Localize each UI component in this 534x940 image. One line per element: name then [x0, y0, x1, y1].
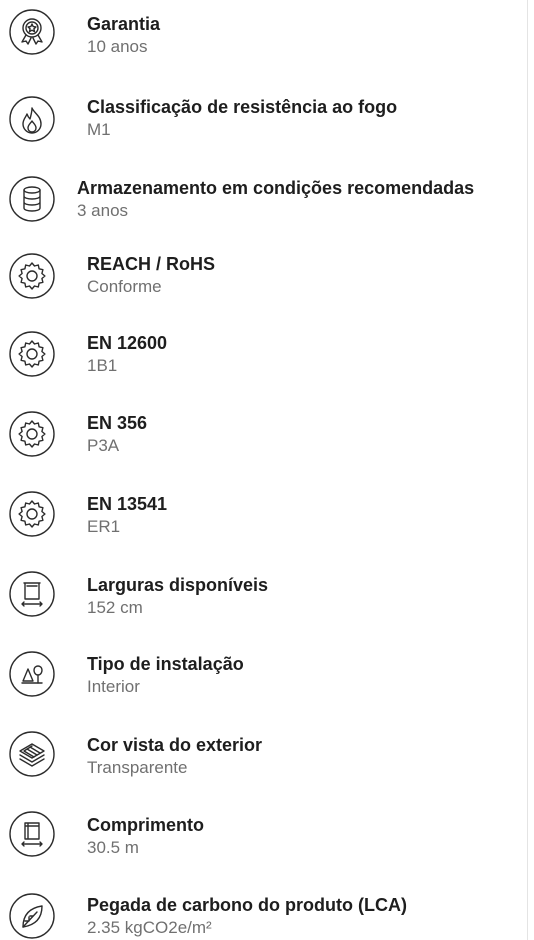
spec-value: 1B1: [87, 356, 118, 375]
spec-value: ER1: [87, 517, 121, 536]
spec-label: Armazenamento em condições recomendadas: [77, 178, 475, 198]
spec-value: M1: [87, 120, 111, 139]
spec-label: Cor vista do exterior: [87, 735, 263, 755]
flame-icon: [8, 95, 56, 143]
spec-value: Conforme: [87, 277, 162, 296]
spec-value: 10 anos: [87, 37, 148, 56]
spec-label: Pegada de carbono do produto (LCA): [87, 895, 407, 915]
storage-database-icon: [8, 175, 56, 223]
indoor-tree-icon: [8, 650, 56, 698]
spec-value: 3 anos: [77, 201, 129, 220]
layers-icon: [8, 730, 56, 778]
spec-value: 30.5 m: [87, 838, 139, 857]
spec-label: Garantia: [87, 14, 161, 34]
gear-icon: [8, 410, 56, 458]
spec-label: Larguras disponíveis: [87, 575, 269, 595]
leaf-icon: [8, 892, 56, 940]
spec-label: EN 356: [87, 413, 148, 433]
gear-icon: [8, 490, 56, 538]
spec-label: EN 12600: [87, 333, 168, 353]
warranty-badge-icon: [8, 8, 56, 56]
spec-label: Tipo de instalação: [87, 654, 244, 674]
spec-value: Transparente: [87, 758, 188, 777]
scrollbar-track: [527, 0, 528, 940]
spec-list: Garantia 10 anos Classificação de resist…: [0, 0, 534, 940]
roll-width-icon: [8, 570, 56, 618]
spec-value: Interior: [87, 677, 140, 696]
spec-label: REACH / RoHS: [87, 254, 216, 274]
gear-icon: [8, 330, 56, 378]
spec-label: EN 13541: [87, 494, 168, 514]
spec-value: 2.35 kgCO2e/m²: [87, 918, 212, 937]
gear-icon: [8, 252, 56, 300]
spec-label: Comprimento: [87, 815, 204, 835]
spec-value: P3A: [87, 436, 120, 455]
spec-value: 152 cm: [87, 598, 143, 617]
roll-length-icon: [8, 810, 56, 858]
spec-label: Classificação de resistência ao fogo: [87, 97, 398, 117]
